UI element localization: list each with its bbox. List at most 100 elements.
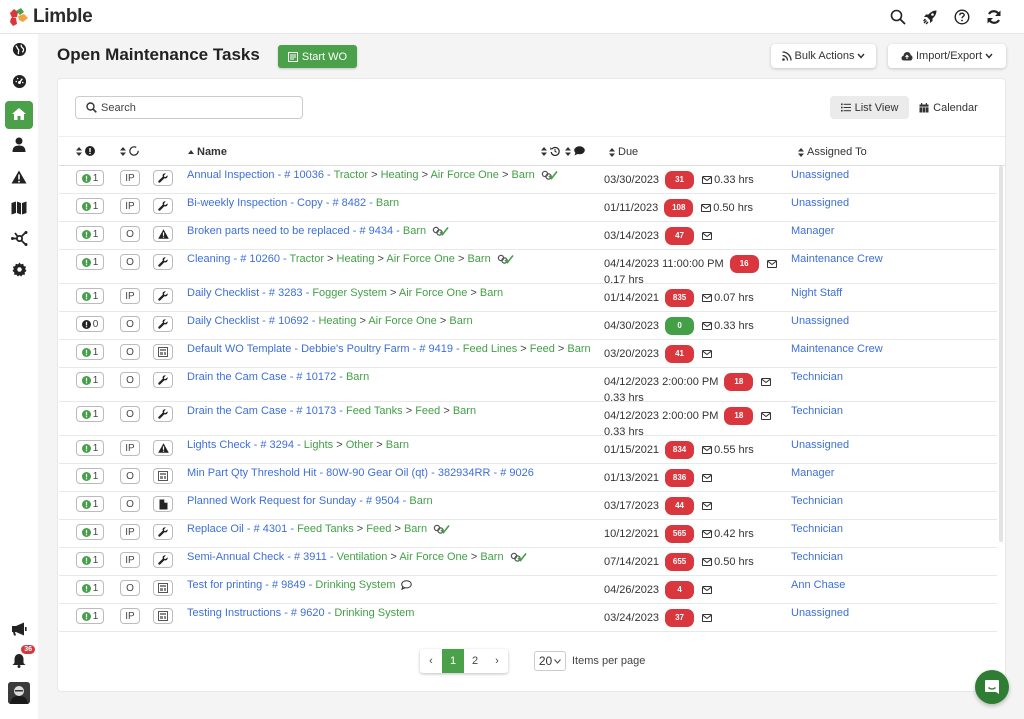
priority-badge[interactable]: 1 (76, 580, 104, 596)
status-badge[interactable]: O (120, 468, 140, 484)
priority-badge[interactable]: 1 (76, 170, 104, 186)
logo[interactable]: Limble (8, 6, 93, 28)
priority-badge[interactable]: 1 (76, 254, 104, 270)
priority-badge[interactable]: 1 (76, 496, 104, 512)
table-row[interactable]: 1 O Drain the Cam Case - # 10172 - Barn 04/… (59, 368, 997, 404)
location-path-item[interactable]: Barn (480, 287, 503, 299)
calendar-button[interactable]: Calendar (916, 96, 981, 119)
task-name-link[interactable]: Planned Work Request for Sunday - # 9504… (187, 495, 433, 507)
email-icon[interactable] (702, 292, 713, 306)
status-badge[interactable]: O (120, 372, 140, 388)
table-row[interactable]: 1 IP Semi-Annual Check - # 3911 - Ventilat… (59, 548, 997, 576)
page-1-button[interactable]: 1 (442, 649, 464, 673)
sidebar-item-home[interactable] (5, 101, 33, 129)
priority-badge[interactable]: 1 (76, 524, 104, 540)
location-path-item[interactable]: Barn (386, 439, 409, 451)
status-badge[interactable]: O (120, 316, 140, 332)
priority-badge[interactable]: 1 (76, 344, 104, 360)
table-row[interactable]: 1 O Default WO Template - Debbie's Poultry… (59, 340, 997, 368)
next-page-button[interactable]: › (486, 649, 508, 673)
task-type-badge[interactable] (153, 524, 173, 540)
sort-history[interactable] (541, 146, 560, 156)
status-badge[interactable]: IP (120, 524, 140, 540)
location-path-item[interactable]: Feed Tanks (346, 405, 403, 417)
task-title[interactable]: Lights Check - # 3294 - (187, 439, 304, 451)
assigned-to-link[interactable]: Unassigned (791, 197, 849, 209)
location-path-item[interactable]: Heating (337, 253, 375, 265)
assigned-to-link[interactable]: Manager (791, 225, 834, 237)
task-name-link[interactable]: Min Part Qty Threshold Hit - 80W-90 Gear… (187, 467, 534, 479)
table-row[interactable]: 1 O Planned Work Request for Sunday - # 95… (59, 492, 997, 520)
location-path-item[interactable]: Air Force One (399, 287, 467, 299)
bulk-actions-button[interactable]: Bulk Actions (771, 44, 876, 68)
sidebar-item-map[interactable] (5, 195, 33, 223)
location-path-item[interactable]: Heating (381, 169, 419, 181)
priority-badge[interactable]: 1 (76, 406, 104, 422)
status-badge[interactable]: IP (120, 608, 140, 624)
task-title[interactable]: Replace Oil - # 4301 - (187, 523, 297, 535)
sidebar-item-users[interactable] (5, 132, 33, 160)
task-type-badge[interactable] (153, 288, 173, 304)
email-icon[interactable] (702, 528, 713, 542)
task-title[interactable]: Bi-weekly Inspection - Copy - # 8482 - (187, 197, 376, 209)
priority-badge[interactable]: 1 (76, 372, 104, 388)
table-row[interactable]: 1 O Test for printing - # 9849 - Drinking … (59, 576, 997, 604)
task-type-badge[interactable] (153, 198, 173, 214)
sort-status[interactable] (120, 146, 139, 156)
location-path-item[interactable]: Feed (415, 405, 440, 417)
sort-due[interactable]: Due (609, 146, 638, 158)
status-badge[interactable]: O (120, 496, 140, 512)
priority-badge[interactable]: 1 (76, 198, 104, 214)
location-path-item[interactable]: Fogger System (312, 287, 387, 299)
task-name-link[interactable]: Drain the Cam Case - # 10173 - Feed Tank… (187, 405, 476, 417)
task-title[interactable]: Cleaning - # 10260 - (187, 253, 290, 265)
prev-page-button[interactable]: ‹ (420, 649, 442, 673)
start-wo-button[interactable]: Start WO (278, 45, 357, 68)
sort-name[interactable]: Name (188, 146, 227, 158)
task-name-link[interactable]: Daily Checklist - # 3283 - Fogger System… (187, 287, 503, 299)
status-badge[interactable]: O (120, 406, 140, 422)
location-path-item[interactable]: Barn (467, 253, 490, 265)
refresh-icon[interactable] (984, 7, 1004, 27)
sidebar-item-dashboard[interactable] (5, 69, 33, 97)
table-row[interactable]: 1 IP Testing Instructions - # 9620 - Drink… (59, 604, 997, 632)
user-avatar[interactable] (8, 682, 30, 704)
table-row[interactable]: 1 O Cleaning - # 10260 - Tractor > Heating… (59, 250, 997, 286)
location-path-item[interactable]: Feed (366, 523, 391, 535)
task-name-link[interactable]: Broken parts need to be replaced - # 943… (187, 225, 449, 237)
task-name-link[interactable]: Default WO Template - Debbie's Poultry F… (187, 343, 591, 355)
priority-badge[interactable]: 1 (76, 440, 104, 456)
location-path-item[interactable]: Feed Lines (463, 343, 517, 355)
email-icon[interactable] (702, 230, 713, 244)
email-icon[interactable] (702, 556, 713, 570)
task-title[interactable]: Drain the Cam Case - # 10173 - (187, 405, 346, 417)
email-icon[interactable] (702, 612, 713, 626)
assigned-to-link[interactable]: Technician (791, 371, 843, 383)
location-path-item[interactable]: Feed Tanks (297, 523, 354, 535)
location-path-item[interactable]: Drinking System (315, 579, 395, 591)
location-path-item[interactable]: Lights (304, 439, 333, 451)
assigned-to-link[interactable]: Unassigned (791, 439, 849, 451)
task-title[interactable]: Testing Instructions - # 9620 - (187, 607, 334, 619)
task-name-link[interactable]: Replace Oil - # 4301 - Feed Tanks > Feed… (187, 523, 450, 535)
task-type-badge[interactable] (153, 344, 173, 360)
chat-support-button[interactable] (975, 670, 1009, 704)
assigned-to-link[interactable]: Night Staff (791, 287, 842, 299)
email-icon[interactable] (702, 472, 713, 486)
list-view-button[interactable]: List View (830, 96, 909, 119)
assigned-to-link[interactable]: Technician (791, 405, 843, 417)
assigned-to-link[interactable]: Maintenance Crew (791, 343, 883, 355)
task-title[interactable]: Default WO Template - Debbie's Poultry F… (187, 343, 463, 355)
task-type-badge[interactable] (153, 440, 173, 456)
task-type-badge[interactable] (153, 170, 173, 186)
status-badge[interactable]: IP (120, 198, 140, 214)
table-row[interactable]: 1 O Min Part Qty Threshold Hit - 80W-90 Ge… (59, 464, 997, 492)
help-icon[interactable] (952, 7, 972, 27)
task-type-badge[interactable] (153, 316, 173, 332)
assigned-to-link[interactable]: Unassigned (791, 169, 849, 181)
assigned-to-link[interactable]: Maintenance Crew (791, 253, 883, 265)
location-path-item[interactable]: Ventilation (337, 551, 388, 563)
task-title[interactable]: Test for printing - # 9849 - (187, 579, 315, 591)
assigned-to-link[interactable]: Technician (791, 551, 843, 563)
email-icon[interactable] (702, 500, 713, 514)
